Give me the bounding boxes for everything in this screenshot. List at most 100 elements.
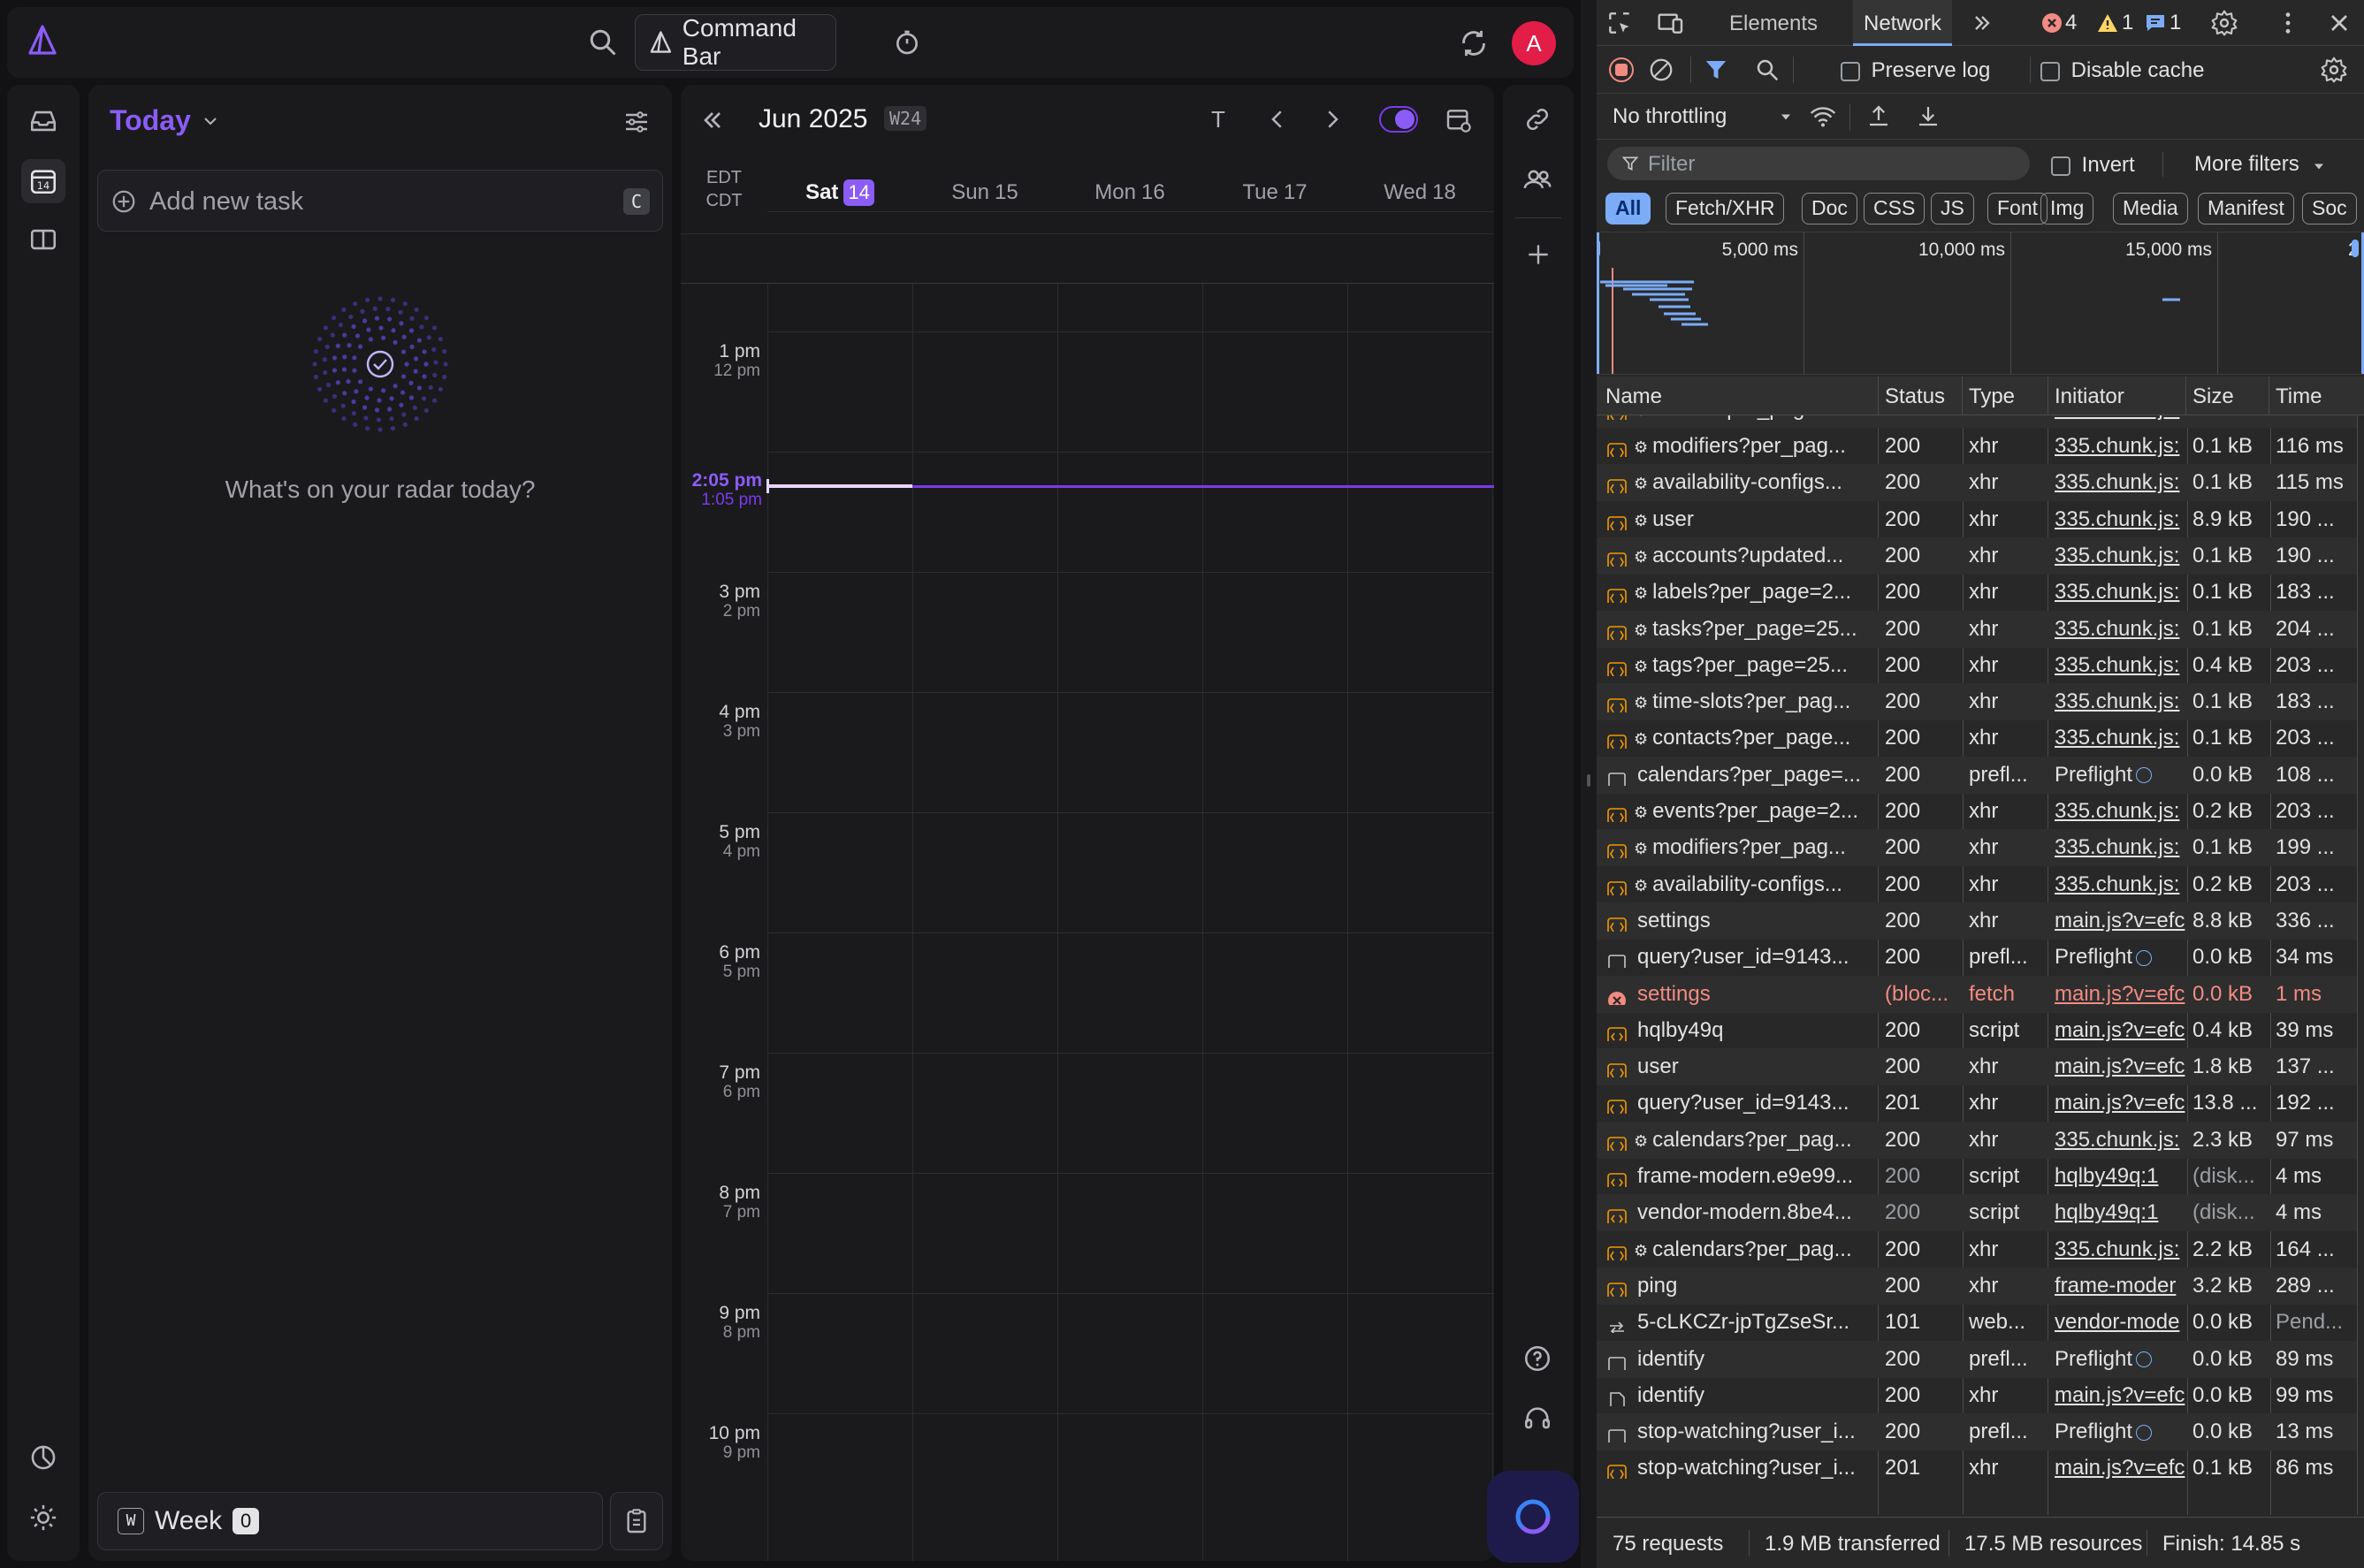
import-har-icon[interactable] [1865,103,1892,129]
request-initiator[interactable]: hqlby49q:1 [2055,1158,2187,1195]
throttling-select[interactable]: No throttling [1613,104,1798,129]
week-view-button[interactable]: W Week 0 [97,1492,603,1550]
more-tabs-icon[interactable] [1970,11,1994,35]
request-row[interactable]: ⚙ time-slots?per_pag... 200 xhr 335.chunk.j… [1597,683,2357,721]
record-button[interactable] [1609,57,1634,82]
request-row[interactable]: ⚙ user 200 xhr 335.chunk.js: 8.9 kB 190 ... [1597,501,2357,538]
request-initiator[interactable]: frame-moder [2055,1267,2187,1305]
app-logo-icon[interactable] [25,23,60,58]
request-row[interactable]: identify 200 xhr main.js?v=efc 0.0 kB 99 ms [1597,1377,2357,1414]
link-icon[interactable] [1522,104,1552,134]
request-row[interactable]: user 200 xhr main.js?v=efc 1.8 kB 137 ... [1597,1048,2357,1086]
kebab-menu-icon[interactable] [2274,9,2302,37]
request-initiator[interactable]: main.js?v=efc [2055,976,2187,1013]
command-bar-button[interactable]: Command Bar [635,14,836,71]
preserve-log-checkbox[interactable]: Preserve log [1841,58,1990,83]
close-devtools-icon[interactable] [2325,9,2353,37]
request-initiator[interactable]: main.js?v=efc [2055,1048,2187,1085]
column-header-time[interactable]: Time [2276,384,2322,409]
warning-counter[interactable]: 1 [2097,11,2133,35]
more-filters-dropdown[interactable]: More filters [2194,152,2328,177]
assistant-launcher-button[interactable] [1487,1471,1579,1563]
search-icon[interactable] [587,27,619,58]
user-avatar[interactable]: A [1512,21,1556,65]
column-header-status[interactable]: Status [1885,384,1945,409]
filter-input[interactable]: Filter [1607,147,2030,180]
collapse-panel-icon[interactable] [698,106,727,134]
next-week-icon[interactable] [1319,106,1346,133]
invert-checkbox[interactable]: Invert [2051,153,2135,178]
request-initiator[interactable]: 335.chunk.js: [2055,464,2187,501]
request-initiator[interactable]: 335.chunk.js: [2055,1231,2187,1268]
request-row[interactable]: ping 200 xhr frame-moder 3.2 kB 289 ... [1597,1267,2357,1305]
request-row[interactable]: settings (bloc... fetch main.js?v=efc 0.0 kB… [1597,975,2357,1013]
tab-elements[interactable]: Elements [1729,11,1818,36]
request-row[interactable]: query?user_id=9143... 201 xhr main.js?v=efc… [1597,1085,2357,1122]
inbox-button[interactable] [21,99,65,143]
request-row[interactable]: ⚙ contacts?per_page... 200 xhr 335.chunk.js… [1597,719,2357,757]
filter-type-js[interactable]: JS [1931,193,1974,225]
request-row[interactable]: ⚙ calendars?per_pag... 200 xhr 335.chunk.js… [1597,1231,2357,1268]
filter-settings-icon[interactable] [622,108,651,136]
filter-type-img[interactable]: Img [2040,193,2094,225]
request-row[interactable]: settings 200 xhr main.js?v=efc 8.8 kB 336 ... [1597,902,2357,940]
request-initiator[interactable]: 335.chunk.js: [2055,683,2187,720]
request-row-partial[interactable]: ⚙ events?per_page=2... 200 xhr 335.chunk.js… [1597,415,2357,428]
request-initiator[interactable]: main.js?v=efc [2055,1012,2187,1049]
request-row[interactable]: ⚙ modifiers?per_pag... 200 xhr 335.chunk.js… [1597,428,2357,465]
previous-week-icon[interactable] [1264,106,1291,133]
device-toolbar-icon[interactable] [1657,9,1685,37]
request-row[interactable]: hqlby49q 200 script main.js?v=efc 0.4 kB 39 m… [1597,1012,2357,1049]
filter-type-fetchxhr[interactable]: Fetch/XHR [1666,193,1785,225]
timer-icon[interactable] [893,28,921,57]
sync-icon[interactable] [1459,28,1489,58]
filter-type-media[interactable]: Media [2113,193,2188,225]
request-initiator[interactable]: Preflight [2055,1341,2187,1378]
request-initiator[interactable]: 335.chunk.js: [2055,1122,2187,1159]
clipboard-button[interactable] [610,1492,663,1550]
request-initiator[interactable]: 335.chunk.js: [2055,866,2187,903]
request-row[interactable]: ⚙ events?per_page=2... 200 xhr 335.chunk.js… [1597,793,2357,830]
devtools-settings-icon[interactable] [2210,9,2238,37]
request-initiator[interactable]: 335.chunk.js: [2055,647,2187,684]
disable-cache-checkbox[interactable]: Disable cache [2040,58,2204,83]
panel-splitter[interactable] [1581,0,1597,1568]
request-initiator[interactable]: hqlby49q:1 [2055,1194,2187,1231]
filter-type-all[interactable]: All [1605,193,1651,225]
request-initiator[interactable]: 335.chunk.js: [2055,719,2187,757]
request-row[interactable]: ⚙ tags?per_page=25... 200 xhr 335.chunk.js:… [1597,647,2357,684]
request-initiator[interactable]: main.js?v=efc [2055,902,2187,940]
request-row[interactable]: ⚙ tasks?per_page=25... 200 xhr 335.chunk.js… [1597,610,2357,648]
today-title-dropdown[interactable]: Today [110,104,221,137]
calendar-settings-icon[interactable] [1445,106,1473,134]
today-calendar-button[interactable]: 14 [21,159,65,203]
help-icon[interactable] [1522,1343,1552,1374]
request-initiator[interactable]: 335.chunk.js: [2055,829,2187,866]
analytics-button[interactable] [21,1435,65,1480]
inspect-element-icon[interactable] [1605,9,1634,37]
request-initiator[interactable]: 335.chunk.js: [2055,501,2187,538]
request-row[interactable]: ⚙ calendars?per_pag... 200 xhr 335.chunk.js… [1597,1121,2357,1159]
message-counter[interactable]: 1 [2145,11,2181,35]
request-row[interactable]: calendars?per_page=... 200 prefl... Preflig… [1597,756,2357,794]
request-initiator[interactable]: main.js?v=efc [2055,1085,2187,1122]
request-initiator[interactable]: Preflight [2055,1413,2187,1450]
request-initiator[interactable]: 335.chunk.js: [2055,537,2187,575]
theme-toggle-button[interactable] [21,1496,65,1540]
add-task-input[interactable]: Add new task C [97,170,663,232]
request-row[interactable]: ⚙ modifiers?per_pag... 200 xhr 335.chunk.js… [1597,829,2357,867]
request-initiator[interactable]: 335.chunk.js: [2055,428,2187,465]
request-initiator[interactable]: vendor-mode [2055,1304,2187,1341]
column-header-initiator[interactable]: Initiator [2055,384,2124,409]
month-label[interactable]: Jun 2025 [759,104,867,134]
request-row[interactable]: stop-watching?user_i... 200 prefl... Prefli… [1597,1413,2357,1451]
request-row[interactable]: identify 200 prefl... Preflight 0.0 kB 89 ms [1597,1340,2357,1378]
people-icon[interactable] [1522,164,1552,194]
request-row[interactable]: 5-cLKCZr-jpTgZseSr... 101 web... vendor-mod… [1597,1304,2357,1341]
filter-type-font[interactable]: Font [1987,193,2048,225]
board-view-button[interactable] [21,217,65,262]
request-row[interactable]: ⚙ labels?per_page=2... 200 xhr 335.chunk.js… [1597,574,2357,611]
request-row[interactable]: frame-modern.e9e99... 200 script hqlby49q:1… [1597,1158,2357,1195]
column-header-name[interactable]: Name [1605,384,1662,409]
column-header-size[interactable]: Size [2192,384,2234,409]
